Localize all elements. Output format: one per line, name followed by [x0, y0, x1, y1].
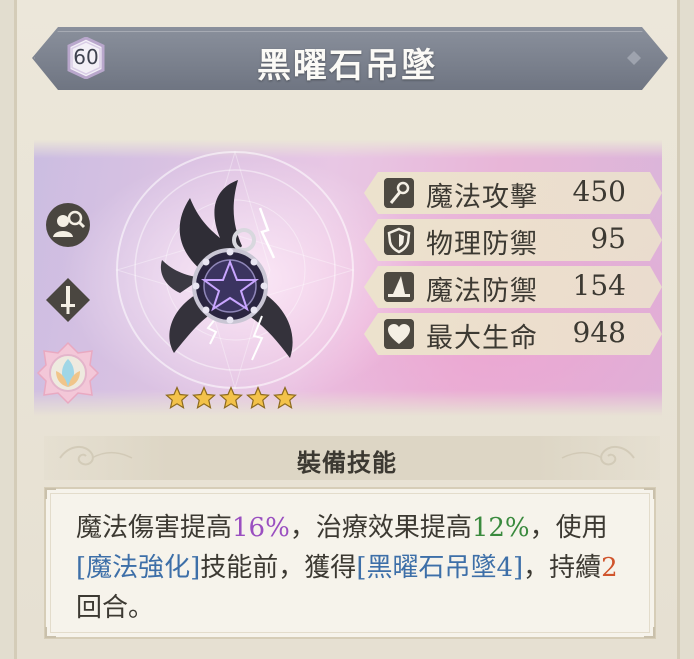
skill-link-magic-boost[interactable]: [魔法強化] [76, 553, 200, 583]
stat-row-magic-defense: 魔法防禦 154 [364, 266, 662, 308]
item-name: 黑曜石吊墜 [257, 46, 437, 86]
stat-name: 魔法攻擊 [426, 182, 538, 213]
desc-text: ，使用 [529, 513, 608, 543]
desc-text: 技能前，獲得 [200, 553, 357, 583]
skill-description: 魔法傷害提高16%，治療效果提高12%，使用 [魔法強化]技能前，獲得[黑曜石吊墜… [76, 508, 636, 628]
shield-icon [384, 225, 414, 255]
stat-value: 95 [590, 222, 626, 255]
stat-name: 最大生命 [426, 323, 538, 354]
star-rating [165, 386, 297, 410]
stat-value: 450 [572, 175, 626, 208]
desc-text: ，治療效果提高 [289, 513, 472, 543]
stat-name: 物理防禦 [426, 229, 538, 260]
heart-icon [384, 319, 414, 349]
corner-ornament-icon [45, 627, 56, 638]
inspect-character-icon[interactable] [44, 201, 92, 249]
obsidian-pendant-icon [160, 180, 293, 361]
corner-ornament-icon [644, 627, 655, 638]
star-icon [273, 386, 297, 410]
desc-text: 回合。 [76, 593, 155, 623]
witch-hat-icon [384, 272, 414, 302]
sword-icon[interactable] [44, 276, 92, 324]
stat-name: 魔法防禦 [426, 276, 538, 307]
star-icon [219, 386, 243, 410]
stat-row-magic-attack: 魔法攻擊 450 [364, 172, 662, 214]
stat-value: 948 [572, 316, 626, 349]
duration-turns: 2 [601, 553, 618, 583]
buff-link-obsidian-pendant[interactable]: [黑曜石吊墜4] [356, 553, 523, 583]
section-title: 裝備技能 [297, 448, 397, 477]
stat-value: 154 [572, 269, 626, 302]
desc-text: ，持續 [523, 553, 602, 583]
star-icon [192, 386, 216, 410]
corner-ornament-icon [45, 488, 56, 499]
lotus-emblem-icon[interactable] [36, 341, 100, 405]
stat-row-physical-defense: 物理防禦 95 [364, 219, 662, 261]
wand-icon [384, 178, 414, 208]
star-icon [165, 386, 189, 410]
magic-damage-bonus: 16% [232, 513, 290, 543]
corner-ornament-icon [644, 488, 655, 499]
star-icon [246, 386, 270, 410]
healing-bonus: 12% [471, 513, 530, 543]
diamond-ornament-icon [627, 51, 641, 65]
desc-text: 魔法傷害提高 [76, 513, 233, 543]
stat-row-max-hp: 最大生命 948 [364, 313, 662, 355]
